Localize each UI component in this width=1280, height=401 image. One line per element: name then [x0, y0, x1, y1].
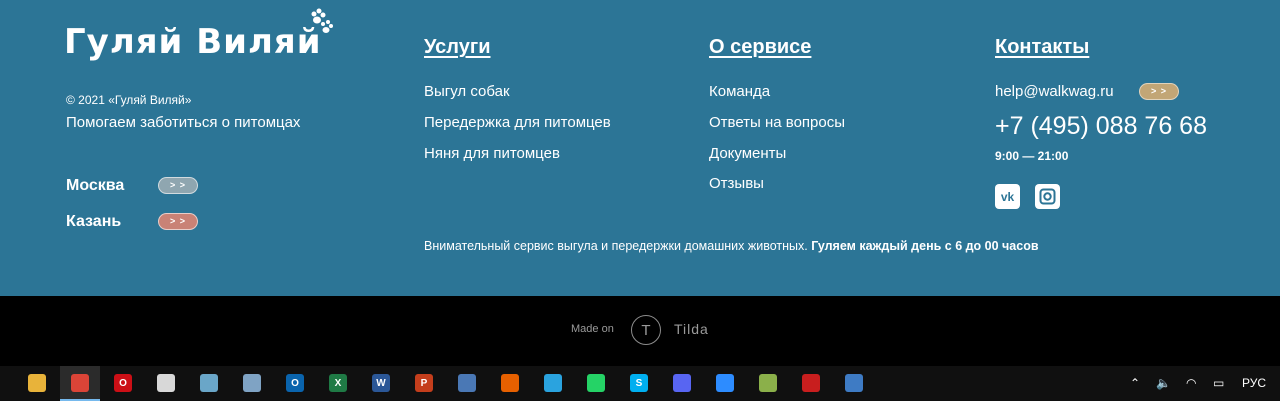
made-on-label: Made on — [571, 323, 614, 335]
city-moscow-button[interactable]: > > — [158, 177, 198, 194]
footer-note-text: Внимательный сервис выгула и передержки … — [424, 239, 808, 253]
opera-icon[interactable]: O — [114, 374, 132, 392]
app-icon[interactable] — [845, 374, 863, 392]
city-moscow[interactable]: Москва — [66, 177, 124, 195]
battery-icon[interactable]: ▭ — [1213, 376, 1224, 390]
working-hours: 9:00 — 21:00 — [995, 149, 1069, 163]
contacts-title[interactable]: Контакты — [995, 36, 1089, 59]
discord-icon[interactable] — [673, 374, 691, 392]
services-title[interactable]: Услуги — [424, 36, 491, 59]
about-link-documents[interactable]: Документы — [709, 145, 786, 162]
calculator-icon[interactable] — [243, 374, 261, 392]
city-kazan-button[interactable]: > > — [158, 213, 198, 230]
about-link-faq[interactable]: Ответы на вопросы — [709, 114, 845, 131]
excel-icon[interactable]: X — [329, 374, 347, 392]
notes-icon[interactable] — [200, 374, 218, 392]
windows-taskbar: O O X W P S ⌃ 🔈 ◠ ▭ РУС — [0, 366, 1280, 401]
skype-icon[interactable]: S — [630, 374, 648, 392]
services-link-walking[interactable]: Выгул собак — [424, 83, 510, 100]
made-on-tilda[interactable]: Made on T Tilda — [0, 296, 1280, 366]
tilda-label: Tilda — [674, 321, 709, 337]
contact-email[interactable]: help@walkwag.ru — [995, 83, 1114, 100]
whatsapp-icon[interactable] — [587, 374, 605, 392]
paw-icon — [311, 8, 333, 33]
footer-note-bold: Гуляем каждый день с 6 до 00 часов — [811, 239, 1039, 253]
volume-icon[interactable]: 🔈 — [1156, 376, 1171, 390]
services-link-boarding[interactable]: Передержка для питомцев — [424, 114, 611, 131]
email-button[interactable]: > > — [1139, 83, 1179, 100]
about-link-team[interactable]: Команда — [709, 83, 770, 100]
tagline: Помогаем заботиться о питомцах — [66, 114, 301, 131]
image-viewer-icon[interactable] — [759, 374, 777, 392]
about-title[interactable]: О сервисе — [709, 36, 811, 59]
services-link-nanny[interactable]: Няня для питомцев — [424, 145, 560, 162]
paint-icon[interactable] — [157, 374, 175, 392]
chevron-up-icon[interactable]: ⌃ — [1130, 376, 1140, 390]
network-icon[interactable] — [458, 374, 476, 392]
copyright: © 2021 «Гуляй Виляй» — [66, 93, 192, 107]
vk-icon[interactable]: vk — [995, 184, 1020, 209]
acrobat-icon[interactable] — [802, 374, 820, 392]
file-explorer-icon[interactable] — [28, 374, 46, 392]
footer-note: Внимательный сервис выгула и передержки … — [424, 239, 1039, 253]
outlook-icon[interactable]: O — [286, 374, 304, 392]
contact-phone[interactable]: +7 (495) 088 76 68 — [995, 112, 1207, 141]
instagram-icon[interactable] — [1035, 184, 1060, 209]
zoom-icon[interactable] — [716, 374, 734, 392]
wifi-icon[interactable]: ◠ — [1186, 376, 1196, 390]
city-kazan[interactable]: Казань — [66, 213, 121, 231]
chrome-icon[interactable] — [71, 374, 89, 392]
about-link-reviews[interactable]: Отзывы — [709, 175, 764, 192]
telegram-icon[interactable] — [544, 374, 562, 392]
brand-logo[interactable]: Гуляй Виляй — [64, 22, 322, 62]
word-icon[interactable]: W — [372, 374, 390, 392]
firefox-icon[interactable] — [501, 374, 519, 392]
site-footer: Гуляй Виляй © 2021 «Гуляй Виляй» Помогае… — [0, 0, 1280, 296]
language-indicator[interactable]: РУС — [1242, 376, 1266, 390]
powerpoint-icon[interactable]: P — [415, 374, 433, 392]
tilda-logo-icon: T — [631, 315, 661, 345]
